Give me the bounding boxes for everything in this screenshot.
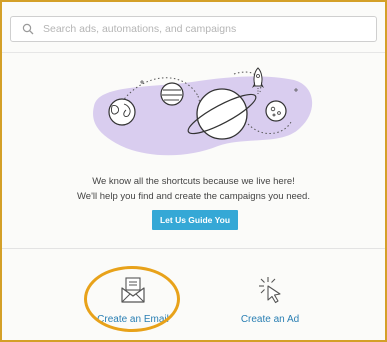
create-email-button[interactable]: Create an Email [88,274,178,334]
divider [2,248,385,249]
divider [2,52,385,53]
space-planets-illustration [93,67,313,156]
content-panel: We know all the shortcuts because we liv… [0,0,387,342]
create-email-label: Create an Email [97,314,169,325]
guide-button[interactable]: Let Us Guide You [152,210,238,230]
email-icon [121,277,145,303]
hero-line-2: We'll help you find and create the campa… [77,191,310,202]
search-input[interactable] [39,18,376,40]
hero-line-1: We know all the shortcuts because we liv… [92,176,295,187]
cursor-click-icon [259,277,281,304]
create-ad-label: Create an Ad [240,314,300,325]
search-bar[interactable] [10,16,377,42]
search-icon [17,18,39,40]
create-ad-button[interactable]: Create an Ad [225,274,315,334]
hero-tagline: We know all the shortcuts because we liv… [2,174,385,204]
